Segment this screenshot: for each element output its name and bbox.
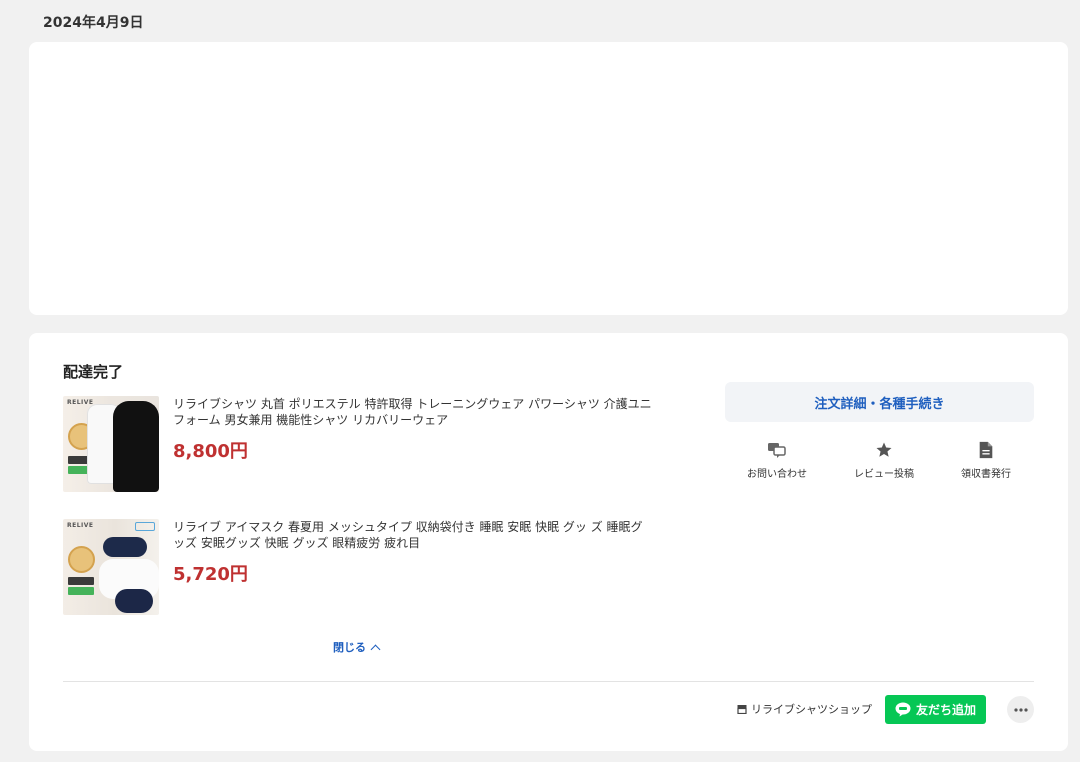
thumb-logo: RELIVE	[67, 399, 94, 406]
chevron-up-icon	[370, 644, 381, 654]
review-button[interactable]: レビュー投稿	[834, 441, 934, 480]
shop-link[interactable]: リライブシャツショップ	[737, 701, 872, 717]
case-graphic	[115, 589, 153, 613]
order-detail-button[interactable]: 注文詳細・各種手続き	[725, 382, 1034, 422]
product-title[interactable]: リライブシャツ 丸首 ポリエステル 特許取得 トレーニングウェア パワーシャツ …	[173, 396, 653, 428]
thumb-logo: RELIVE	[67, 522, 94, 529]
review-label: レビュー投稿	[854, 469, 914, 480]
contact-label: お問い合わせ	[747, 469, 807, 480]
more-options-button[interactable]	[1007, 696, 1034, 723]
divider	[63, 681, 1034, 682]
order-card: 配達完了 RELIVE リライブシャツ 丸首 ポリエステル 特許取得 トレーニン…	[29, 333, 1068, 751]
receipt-label: 領収書発行	[961, 469, 1011, 480]
eye-mask-graphic	[103, 537, 147, 557]
document-icon	[979, 441, 993, 459]
delivery-status: 配達完了	[63, 363, 124, 381]
product-price: 5,720円	[173, 564, 248, 585]
contact-button[interactable]: お問い合わせ	[727, 441, 827, 480]
collapse-label: 閉じる	[333, 641, 366, 654]
product-title[interactable]: リライブ アイマスク 春夏用 メッシュタイプ 収納袋付き 睡眠 安眠 快眠 グッ…	[173, 519, 653, 551]
line-add-friend-button[interactable]: 友だち追加	[885, 695, 986, 724]
product-thumbnail[interactable]: RELIVE	[63, 396, 159, 492]
product-price: 8,800円	[173, 441, 248, 462]
empty-card	[29, 42, 1068, 315]
black-shirt-graphic	[113, 401, 159, 492]
order-item: RELIVE リライブシャツ 丸首 ポリエステル 特許取得 トレーニングウェア …	[63, 396, 663, 492]
chat-icon	[768, 443, 786, 458]
shop-icon	[737, 705, 747, 714]
order-date: 2024年4月9日	[43, 15, 144, 31]
order-item: RELIVE リライブ アイマスク 春夏用 メッシュタイプ 収納袋付き 睡眠 安…	[63, 519, 663, 615]
badge-graphic	[68, 546, 95, 573]
ellipsis-icon	[1013, 707, 1028, 712]
collapse-link[interactable]: 閉じる	[333, 639, 381, 655]
star-icon	[876, 442, 892, 457]
line-icon	[895, 702, 911, 717]
new-badge-graphic	[135, 522, 155, 531]
receipt-button[interactable]: 領収書発行	[936, 441, 1036, 480]
product-thumbnail[interactable]: RELIVE	[63, 519, 159, 615]
line-button-label: 友だち追加	[915, 703, 976, 717]
shop-name: リライブシャツショップ	[751, 703, 872, 716]
